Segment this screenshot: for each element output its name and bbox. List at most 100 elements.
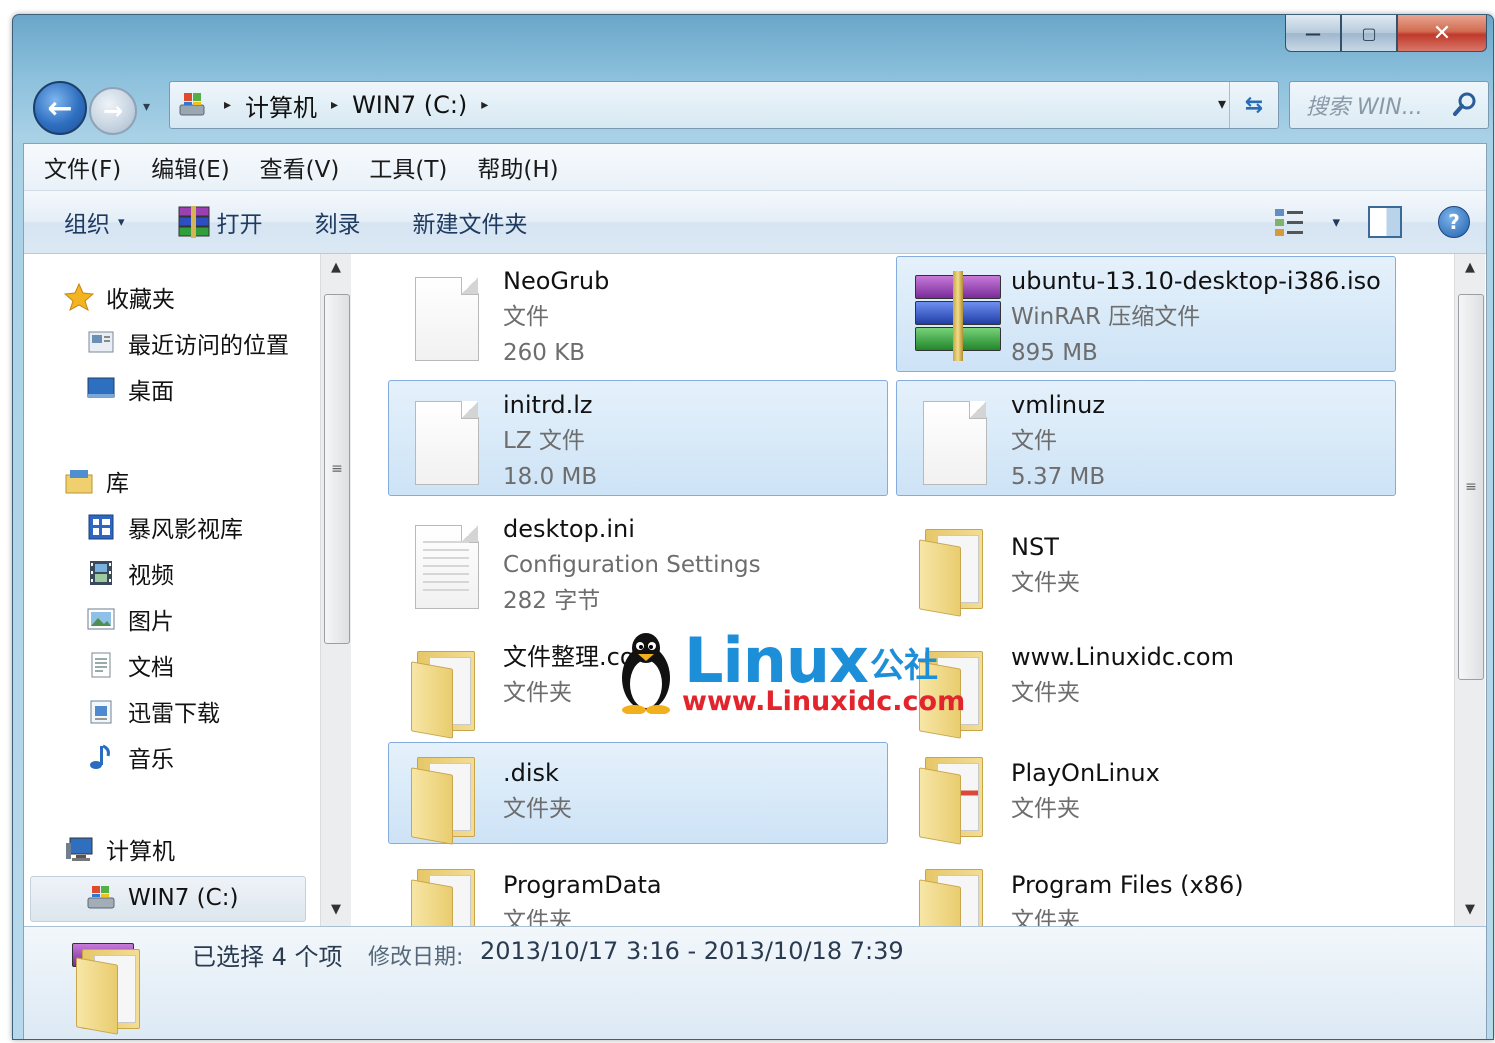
menu-file[interactable]: 文件(F) (44, 150, 121, 184)
recent-pages-dropdown[interactable]: ▾ (143, 99, 150, 115)
sidebar-item-music[interactable]: 音乐 (86, 740, 174, 774)
sidebar-item-desktop[interactable]: 桌面 (86, 372, 174, 406)
file-type: 文件 (1011, 428, 1057, 454)
folder-tile[interactable]: NST 文件夹 (896, 504, 1396, 620)
close-button[interactable]: ✕ (1397, 15, 1487, 52)
multi-selection-icon (68, 941, 154, 1035)
folder-tile[interactable]: PlayOnLinux 文件夹 (896, 742, 1396, 845)
new-folder-label: 新建文件夹 (412, 212, 528, 238)
file-tile[interactable]: initrd.lz LZ 文件 18.0 MB (388, 380, 888, 496)
sidebar-group-label: 计算机 (106, 839, 175, 865)
sidebar-item-label: 最近访问的位置 (128, 333, 289, 359)
file-tile[interactable]: NeoGrub 文件 260 KB (388, 256, 888, 372)
scrollbar-thumb[interactable]: ≡ (324, 294, 350, 644)
file-type: 文件夹 (503, 796, 572, 822)
scroll-up-icon[interactable]: ▲ (1455, 260, 1485, 275)
open-button[interactable]: 打开 (177, 205, 263, 239)
view-options-dropdown[interactable]: ▾ (1332, 213, 1340, 231)
search-icon[interactable] (1450, 90, 1480, 120)
file-type: 文件夹 (1011, 796, 1080, 822)
winrar-icon (177, 205, 211, 239)
video-library-icon (86, 513, 116, 541)
address-dropdown-icon[interactable]: ▾ (1218, 94, 1226, 113)
breadcrumb-computer[interactable]: 计算机 (245, 88, 317, 123)
sidebar-item-recent-places[interactable]: 最近访问的位置 (86, 326, 289, 360)
search-input[interactable]: 搜索 WIN... (1306, 89, 1450, 121)
refresh-button[interactable]: ⇆ (1229, 82, 1278, 128)
organize-button[interactable]: 组织 ▾ (64, 205, 125, 239)
organize-label: 组织 (64, 212, 110, 238)
file-list-scrollbar[interactable]: ▲ ≡ ▼ (1454, 254, 1485, 926)
file-name: initrd.lz (503, 391, 593, 419)
breadcrumb-separator-icon[interactable]: ▸ (481, 97, 488, 113)
file-type: 文件夹 (503, 908, 572, 926)
file-name: NST (1011, 533, 1059, 561)
change-view-icon[interactable] (1274, 207, 1306, 237)
file-name: vmlinuz (1011, 391, 1105, 419)
folder-icon (407, 641, 493, 739)
breadcrumb-separator-icon[interactable]: ▸ (331, 97, 338, 113)
refresh-icon: ⇆ (1244, 92, 1264, 118)
search-box[interactable]: 搜索 WIN... (1289, 81, 1489, 129)
computer-icon (176, 91, 210, 119)
sidebar-item-documents[interactable]: 文档 (86, 648, 174, 682)
file-type: Configuration Settings (503, 552, 761, 578)
navigation-pane: 收藏夹 最近访问的位置 桌面 库 暴风影视库 视频 图片 文档 迅雷下载 音乐 … (24, 254, 350, 926)
navigation-pane-scrollbar[interactable]: ▲ ≡ ▼ (320, 254, 351, 926)
breadcrumb-drive[interactable]: WIN7 (C:) (352, 91, 467, 119)
file-size: 895 MB (1011, 340, 1098, 366)
sidebar-group-libraries[interactable]: 库 (64, 464, 129, 498)
computer-icon (64, 835, 94, 863)
menu-view[interactable]: 查看(V) (260, 150, 340, 184)
sidebar-item-video-library[interactable]: 暴风影视库 (86, 510, 243, 544)
burn-button[interactable]: 刻录 (315, 205, 361, 239)
minimize-button[interactable]: — (1285, 15, 1341, 52)
scroll-down-icon[interactable]: ▼ (321, 902, 351, 917)
file-tile[interactable]: desktop.ini Configuration Settings 282 字… (388, 504, 888, 620)
breadcrumb-separator-icon[interactable]: ▸ (224, 97, 231, 113)
folder-tile[interactable]: www.Linuxidc.com 文件夹 (896, 626, 1396, 742)
scrollbar-thumb[interactable]: ≡ (1458, 294, 1484, 680)
folder-tile[interactable]: ProgramData 文件夹 (388, 854, 888, 926)
sidebar-item-label: 暴风影视库 (128, 517, 243, 543)
library-icon (64, 467, 94, 495)
file-name: desktop.ini (503, 515, 635, 543)
back-button[interactable]: ← (33, 81, 87, 135)
help-icon[interactable]: ? (1438, 206, 1470, 238)
menu-tools[interactable]: 工具(T) (369, 150, 447, 184)
scroll-down-icon[interactable]: ▼ (1455, 902, 1485, 917)
music-icon (86, 743, 116, 771)
file-size: 5.37 MB (1011, 464, 1106, 490)
sidebar-item-label: 视频 (128, 563, 174, 589)
sidebar-item-videos[interactable]: 视频 (86, 556, 174, 590)
sidebar-item-label: 迅雷下载 (128, 701, 220, 727)
command-bar: 组织 ▾ 打开 刻录 新建文件夹 ▾ ? (24, 191, 1486, 254)
sidebar-item-drive-c[interactable]: WIN7 (C:) (86, 884, 238, 912)
folder-tile[interactable]: 文件整理.com 文件夹 (388, 626, 888, 742)
forward-button[interactable]: → (89, 87, 137, 135)
scroll-up-icon[interactable]: ▲ (321, 260, 351, 275)
address-bar[interactable]: ▸ 计算机 ▸ WIN7 (C:) ▸ ▾ ⇆ (169, 81, 1279, 129)
menu-edit[interactable]: 编辑(E) (151, 150, 229, 184)
sidebar-group-favorites[interactable]: 收藏夹 (63, 280, 175, 314)
file-name: 文件整理.com (503, 643, 658, 671)
download-icon (86, 697, 116, 725)
sidebar-item-downloads[interactable]: 迅雷下载 (86, 694, 220, 728)
sidebar-item-pictures[interactable]: 图片 (86, 602, 174, 636)
file-type: WinRAR 压缩文件 (1011, 304, 1201, 330)
menu-bar: 文件(F) 编辑(E) 查看(V) 工具(T) 帮助(H) (24, 144, 1486, 191)
maximize-button[interactable]: ▢ (1341, 15, 1397, 52)
folder-tile[interactable]: .disk 文件夹 (388, 742, 888, 845)
file-tile[interactable]: vmlinuz 文件 5.37 MB (896, 380, 1396, 496)
film-icon (86, 559, 116, 587)
sidebar-group-computer[interactable]: 计算机 (64, 832, 175, 866)
folder-tile[interactable]: Program Files (x86) 文件夹 (896, 854, 1396, 926)
new-folder-button[interactable]: 新建文件夹 (413, 205, 528, 239)
file-tile[interactable]: ubuntu-13.10-desktop-i386.iso WinRAR 压缩文… (896, 256, 1396, 372)
menu-help[interactable]: 帮助(H) (477, 150, 558, 184)
folder-icon (915, 747, 1001, 845)
preview-pane-icon[interactable] (1368, 206, 1402, 238)
file-name: ProgramData (503, 871, 662, 899)
folder-icon (407, 859, 493, 926)
file-icon (915, 395, 1001, 487)
